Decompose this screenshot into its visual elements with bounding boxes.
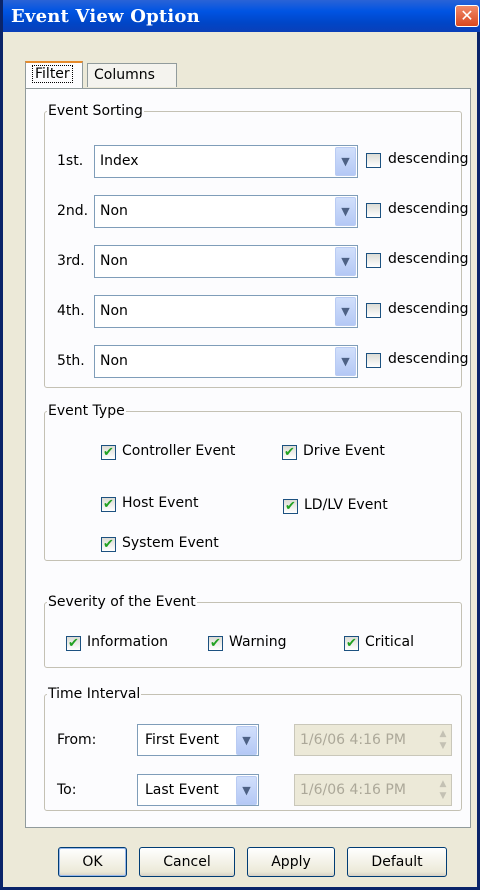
chevron-down-icon[interactable]: ▼	[236, 776, 257, 805]
from-datetime-spinner: 1/6/06 4:16 PM ▲ ▼	[294, 724, 452, 756]
from-datetime-value: 1/6/06 4:16 PM	[300, 732, 406, 748]
critical-label[interactable]: Critical	[365, 634, 414, 650]
event-sorting-legend: Event Sorting	[48, 103, 143, 119]
spinner-arrows-icon: ▲ ▼	[439, 779, 447, 801]
chevron-down-icon[interactable]: ▼	[335, 347, 356, 376]
host-event-checkbox[interactable]: ✔	[101, 497, 116, 512]
event-type-legend: Event Type	[48, 403, 125, 419]
chevron-down-icon[interactable]: ▼	[335, 147, 356, 176]
information-label[interactable]: Information	[87, 634, 168, 650]
from-event-value: First Event	[145, 732, 220, 748]
cancel-button[interactable]: Cancel	[139, 847, 235, 877]
sort-order-label: 3rd.	[57, 253, 85, 269]
descending-checkbox[interactable]	[366, 353, 381, 368]
ok-button[interactable]: OK	[58, 847, 127, 877]
sort-field-value: Non	[100, 353, 128, 369]
sort-order-label: 2nd.	[57, 203, 89, 219]
severity-legend: Severity of the Event	[48, 594, 196, 610]
descending-checkbox[interactable]	[366, 203, 381, 218]
time-interval-legend: Time Interval	[48, 686, 141, 702]
system-event-checkbox[interactable]: ✔	[101, 537, 116, 552]
close-icon: ✕	[460, 6, 474, 25]
sort-field-combo[interactable]: Non ▼	[94, 345, 358, 378]
sort-field-value: Non	[100, 203, 128, 219]
event-sorting-group: Event Sorting 1st. Index ▼ descending 2n…	[44, 103, 469, 388]
tab-filter[interactable]: Filter	[25, 61, 83, 88]
information-checkbox[interactable]: ✔	[66, 636, 81, 651]
descending-checkbox[interactable]	[366, 303, 381, 318]
sort-row-5: 5th. Non ▼ descending	[45, 345, 469, 379]
drive-event-checkbox[interactable]: ✔	[282, 445, 297, 460]
warning-checkbox[interactable]: ✔	[208, 636, 223, 651]
descending-checkbox[interactable]	[366, 153, 381, 168]
from-event-combo[interactable]: First Event ▼	[137, 724, 259, 756]
window-title: Event View Option	[11, 6, 200, 27]
sort-row-2: 2nd. Non ▼ descending	[45, 195, 469, 229]
descending-checkbox[interactable]	[366, 253, 381, 268]
system-event-label[interactable]: System Event	[122, 535, 219, 551]
filter-panel: Event Sorting 1st. Index ▼ descending 2n…	[25, 88, 471, 828]
descending-label[interactable]: descending	[388, 251, 469, 267]
from-label: From:	[57, 732, 97, 748]
to-datetime-value: 1/6/06 4:16 PM	[300, 782, 406, 798]
controller-event-label[interactable]: Controller Event	[122, 443, 235, 459]
to-label: To:	[57, 782, 77, 798]
critical-checkbox[interactable]: ✔	[344, 636, 359, 651]
descending-label[interactable]: descending	[388, 301, 469, 317]
event-view-option-dialog: Event View Option ✕ Filter Columns Event…	[0, 0, 480, 890]
sort-field-value: Non	[100, 253, 128, 269]
tab-columns[interactable]: Columns	[87, 63, 177, 87]
time-interval-group: Time Interval From: First Event ▼ 1/6/06…	[44, 686, 462, 811]
chevron-down-icon[interactable]: ▼	[335, 247, 356, 276]
sort-row-1: 1st. Index ▼ descending	[45, 145, 469, 179]
severity-group: Severity of the Event ✔ Information ✔ Wa…	[44, 594, 462, 668]
close-button[interactable]: ✕	[455, 5, 479, 27]
sort-field-combo[interactable]: Non ▼	[94, 195, 358, 228]
ld-lv-event-checkbox[interactable]: ✔	[283, 499, 298, 514]
to-datetime-spinner: 1/6/06 4:16 PM ▲ ▼	[294, 774, 452, 806]
sort-row-3: 3rd. Non ▼ descending	[45, 245, 469, 279]
chevron-down-icon[interactable]: ▼	[335, 197, 356, 226]
chevron-down-icon[interactable]: ▼	[335, 297, 356, 326]
sort-field-combo[interactable]: Non ▼	[94, 245, 358, 278]
spinner-arrows-icon: ▲ ▼	[439, 729, 447, 751]
descending-label[interactable]: descending	[388, 351, 469, 367]
warning-label[interactable]: Warning	[229, 634, 287, 650]
to-event-value: Last Event	[145, 782, 219, 798]
to-event-combo[interactable]: Last Event ▼	[137, 774, 259, 806]
event-type-group: Event Type ✔ Controller Event ✔ Drive Ev…	[44, 403, 462, 561]
chevron-down-icon[interactable]: ▼	[236, 726, 257, 755]
sort-field-value: Non	[100, 303, 128, 319]
sort-field-combo[interactable]: Index ▼	[94, 145, 358, 178]
title-bar[interactable]: Event View Option ✕	[3, 0, 480, 32]
controller-event-checkbox[interactable]: ✔	[101, 445, 116, 460]
descending-label[interactable]: descending	[388, 151, 469, 167]
default-button[interactable]: Default	[347, 847, 447, 877]
sort-field-value: Index	[100, 153, 139, 169]
sort-order-label: 1st.	[57, 153, 84, 169]
sort-order-label: 4th.	[57, 303, 85, 319]
drive-event-label[interactable]: Drive Event	[303, 443, 385, 459]
apply-button[interactable]: Apply	[247, 847, 335, 877]
descending-label[interactable]: descending	[388, 201, 469, 217]
ld-lv-event-label[interactable]: LD/LV Event	[304, 497, 388, 513]
host-event-label[interactable]: Host Event	[122, 495, 198, 511]
sort-order-label: 5th.	[57, 353, 85, 369]
sort-field-combo[interactable]: Non ▼	[94, 295, 358, 328]
sort-row-4: 4th. Non ▼ descending	[45, 295, 469, 329]
